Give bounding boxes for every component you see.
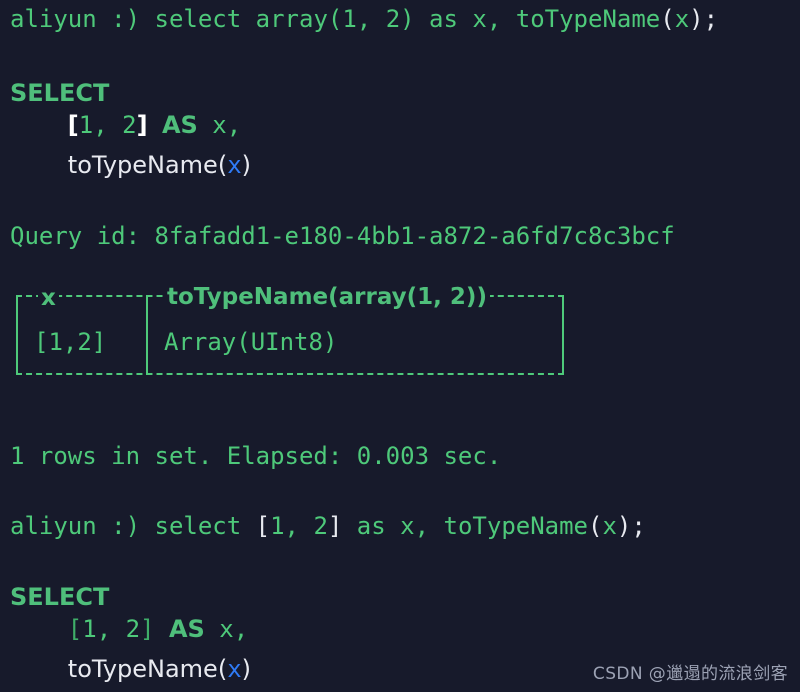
command-semicolon-2: ; — [631, 512, 646, 540]
command-fn-paren-open-1: ( — [660, 5, 675, 33]
prompt-line-1: aliyun :) select array(1, 2) as x, toTyp… — [10, 4, 718, 34]
sql-keyword-select-1: SELECT — [10, 79, 110, 107]
csdn-watermark: CSDN @邋遢的流浪剑客 — [592, 664, 788, 684]
command-bracket-open-2: [ — [255, 512, 271, 540]
echo1-fn-name: toTypeName — [67, 151, 218, 179]
command-alias-1: as x, — [414, 5, 516, 33]
sql-keyword-as-1: AS — [161, 111, 198, 139]
echo1-fn-line: toTypeName(x) — [10, 150, 251, 180]
result-table: x toTypeName(array(1, 2)) [1,2] Array(UI… — [16, 286, 564, 375]
echo1-fn-paren-open: ( — [217, 151, 228, 179]
echo2-fn-paren-open: ( — [217, 655, 228, 683]
echo2-alias: x, — [219, 615, 249, 643]
command-bracket-close-2: ] — [327, 512, 343, 540]
echo2-fn-line: toTypeName(x) — [10, 654, 251, 684]
prompt-prefix-1: aliyun :) — [10, 5, 155, 33]
echo2-indent-b — [10, 655, 68, 683]
command-fn-name-2: toTypeName — [443, 512, 589, 540]
echo2-indent-a — [10, 615, 68, 643]
echo2-keyword-line: SELECT — [10, 582, 109, 612]
stats-text: 1 rows in set. Elapsed: 0.003 sec. — [10, 442, 502, 470]
prompt-prefix-2: aliyun :) — [10, 512, 155, 540]
echo1-bracket-close: ] — [136, 111, 148, 139]
sql-keyword-select-2: SELECT — [10, 583, 110, 611]
echo1-array-line: [1, 2] AS x, — [10, 110, 241, 140]
table-column-separator — [146, 295, 148, 375]
echo2-bracket-open: [ — [67, 615, 83, 643]
command-args-1: 1, 2 — [342, 5, 401, 33]
echo1-bracket-open: [ — [67, 111, 79, 139]
echo2-bracket-close: ] — [140, 615, 155, 643]
table-header-x: x — [38, 287, 59, 310]
command-semicolon-1: ; — [703, 5, 719, 33]
table-header-totypename: toTypeName(array(1, 2)) — [164, 286, 490, 309]
sql-keyword-as-2: AS — [168, 615, 205, 643]
terminal-window: aliyun :) select array(1, 2) as x, toTyp… — [0, 0, 800, 692]
command-fn-arg-2: x — [602, 512, 617, 540]
echo1-fn-paren-close: ) — [241, 151, 252, 179]
query-id-label: Query id: — [10, 222, 155, 250]
query-id-line: Query id: 8fafadd1-e180-4bb1-a872-a6fd7c… — [10, 221, 675, 251]
command-paren-open-1: ( — [327, 5, 343, 33]
command-head-2: select — [154, 512, 256, 540]
prompt-line-2: aliyun :) select [1, 2] as x, toTypeName… — [10, 511, 646, 541]
echo1-fn-arg: x — [227, 151, 242, 179]
query-id-value: 8fafadd1-e180-4bb1-a872-a6fd7c8c3bcf — [154, 222, 675, 250]
table-cell-x-value: [1,2] — [34, 328, 107, 356]
command-fn-arg-1: x — [674, 5, 690, 33]
table-right-border — [562, 295, 564, 375]
command-args-2: 1, 2 — [270, 512, 328, 540]
command-alias-2: as x, — [342, 512, 444, 540]
echo2-fn-name: toTypeName — [67, 655, 218, 683]
echo2-fn-paren-close: ) — [241, 655, 252, 683]
echo1-alias: x, — [212, 111, 242, 139]
echo2-array-line: [1, 2] AS x, — [10, 614, 248, 644]
command-fn-paren-close-2: ) — [616, 512, 632, 540]
table-bottom-border — [16, 373, 564, 375]
echo2-fn-arg: x — [227, 655, 242, 683]
command-fn-paren-open-2: ( — [588, 512, 603, 540]
table-cell-type-value: Array(UInt8) — [164, 328, 338, 356]
echo1-indent-a — [10, 111, 68, 139]
command-fn-paren-close-1: ) — [689, 5, 704, 33]
command-paren-close-1: ) — [400, 5, 415, 33]
echo2-array-values: 1, 2 — [82, 615, 141, 643]
echo1-array-values: 1, 2 — [78, 111, 137, 139]
table-left-border — [16, 295, 18, 375]
stats-line: 1 rows in set. Elapsed: 0.003 sec. — [10, 441, 501, 471]
command-head-1: select array — [154, 5, 328, 33]
echo1-indent-b — [10, 151, 68, 179]
command-fn-name-1: toTypeName — [515, 5, 661, 33]
echo1-keyword-line: SELECT — [10, 78, 109, 108]
